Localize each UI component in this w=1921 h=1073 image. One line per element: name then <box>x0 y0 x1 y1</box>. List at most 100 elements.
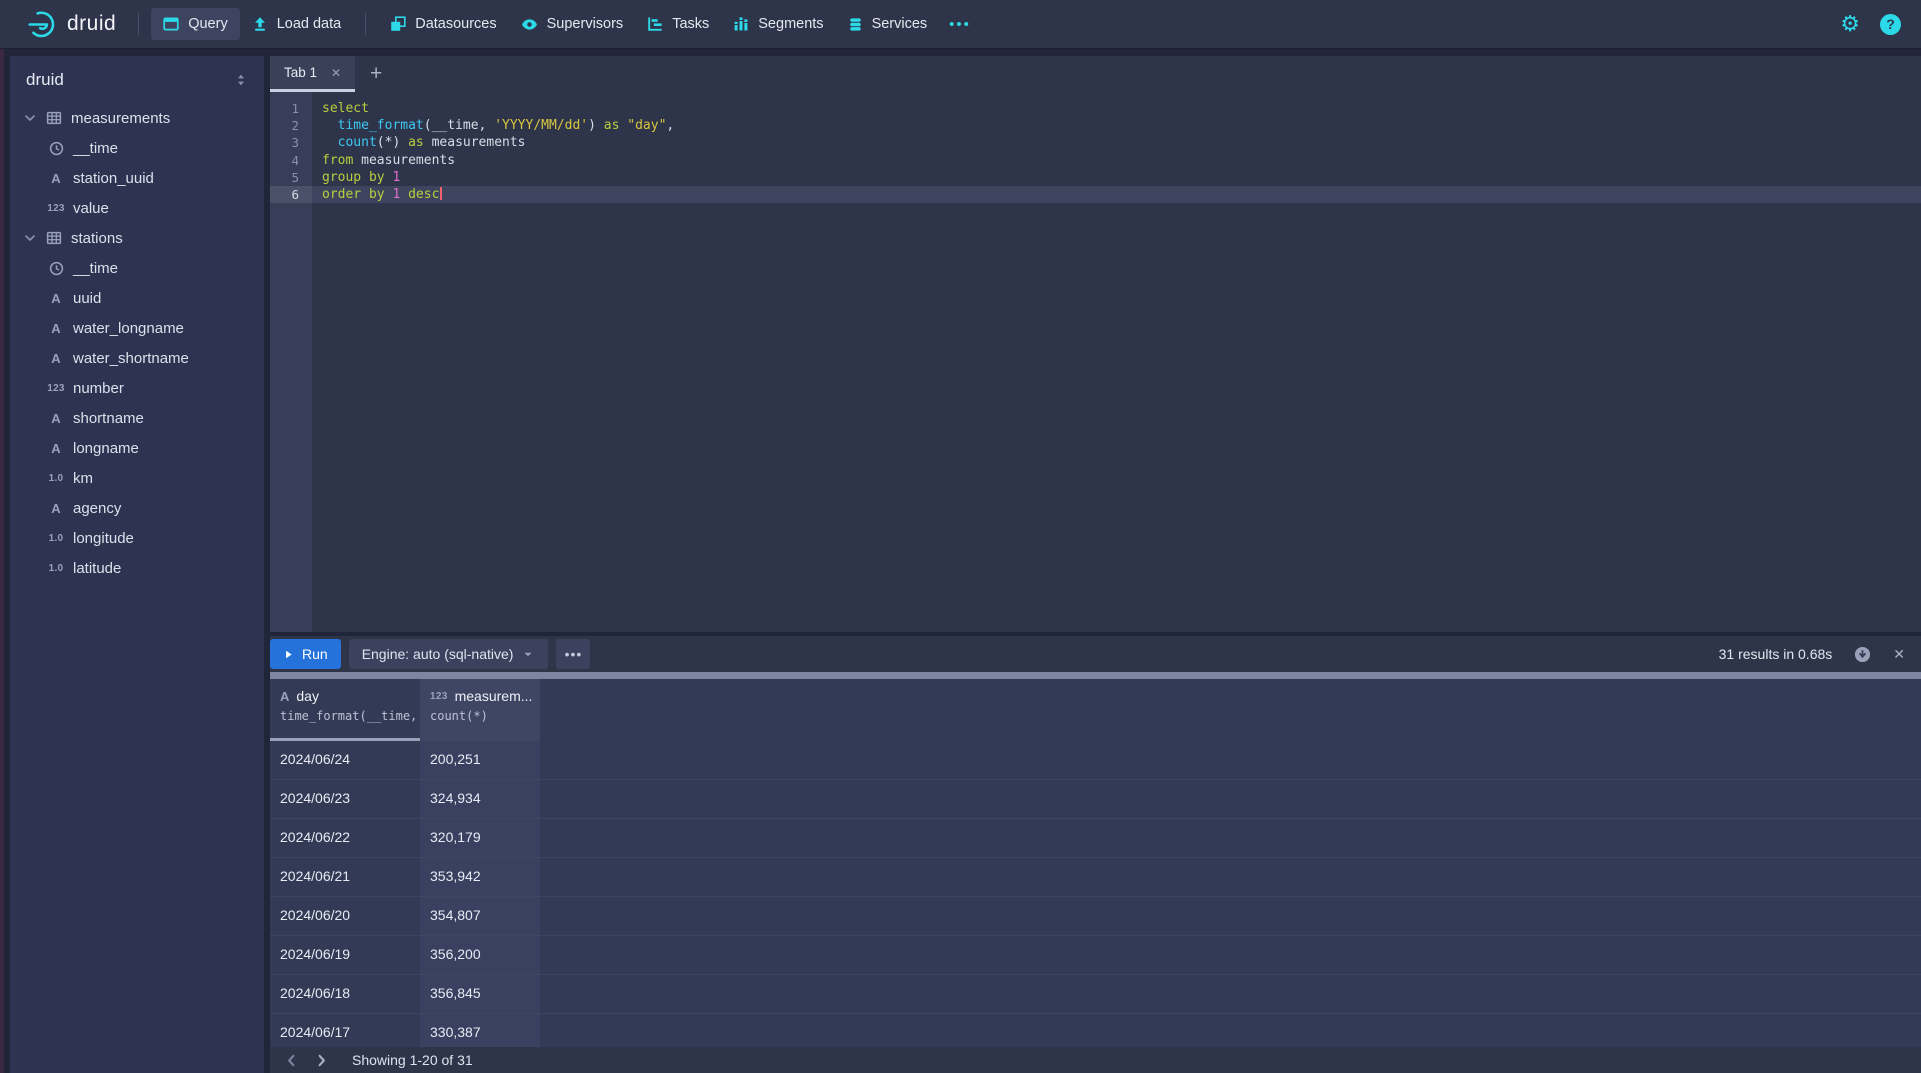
result-cell[interactable]: 353,942 <box>420 858 540 896</box>
result-cell[interactable]: 356,845 <box>420 975 540 1013</box>
nav-item-label: Datasources <box>415 16 496 32</box>
column-label: __time <box>73 140 118 157</box>
tree-table-stations[interactable]: stations <box>10 223 264 253</box>
string-icon: A <box>46 351 66 366</box>
tree-column-uuid[interactable]: Auuid <box>10 283 264 313</box>
nav-item-query[interactable]: Query <box>151 8 240 40</box>
result-cell[interactable]: 2024/06/22 <box>270 819 420 857</box>
next-page-button[interactable] <box>306 1048 336 1072</box>
run-button[interactable]: Run <box>270 639 341 669</box>
database-icon <box>848 17 863 32</box>
nav-item-tasks[interactable]: Tasks <box>635 8 721 40</box>
nav-item-supervisors[interactable]: Supervisors <box>509 8 636 41</box>
nav-item-label: Load data <box>277 16 342 32</box>
code-line[interactable]: order by 1 desc <box>312 186 1921 203</box>
nav-item-load-data[interactable]: Load data <box>240 8 354 40</box>
tree-column-shortname[interactable]: Ashortname <box>10 403 264 433</box>
tree-column-longname[interactable]: Alongname <box>10 433 264 463</box>
nav-item-label: Segments <box>758 16 823 32</box>
line-number: 6 <box>270 186 312 203</box>
code-line[interactable]: select <box>312 100 1921 117</box>
pagination-bar: Showing 1-20 of 31 <box>270 1047 1921 1073</box>
tree-column-agency[interactable]: Aagency <box>10 493 264 523</box>
nav-more-button[interactable]: ••• <box>939 8 981 41</box>
tab-tab1[interactable]: Tab 1 ✕ <box>270 56 355 92</box>
tree-column-longitude[interactable]: 1.0longitude <box>10 523 264 553</box>
sql-editor[interactable]: 123456 select time_format(__time, 'YYYY/… <box>270 92 1921 632</box>
code-line[interactable]: group by 1 <box>312 169 1921 186</box>
nav-item-services[interactable]: Services <box>836 8 940 40</box>
run-label: Run <box>302 646 328 662</box>
result-cell[interactable]: 330,387 <box>420 1014 540 1047</box>
column-name: measurem... <box>455 688 533 704</box>
result-cell[interactable]: 320,179 <box>420 819 540 857</box>
result-cell[interactable]: 2024/06/20 <box>270 897 420 935</box>
result-row: 2024/06/19356,200 <box>270 936 1921 975</box>
tree-column-water_shortname[interactable]: Awater_shortname <box>10 343 264 373</box>
pane-resize-handle[interactable] <box>270 672 1921 679</box>
close-tab-icon[interactable]: ✕ <box>331 66 341 80</box>
new-tab-button[interactable]: + <box>355 56 397 92</box>
result-cell[interactable]: 200,251 <box>420 741 540 779</box>
result-cell[interactable]: 2024/06/17 <box>270 1014 420 1047</box>
application-icon <box>163 16 179 32</box>
help-icon[interactable]: ? <box>1880 14 1901 35</box>
tab-bar: Tab 1 ✕ + <box>270 56 1921 92</box>
tree-table-measurements[interactable]: measurements <box>10 103 264 133</box>
table-label: stations <box>71 230 123 247</box>
table-label: measurements <box>71 110 170 127</box>
tree-column-km[interactable]: 1.0km <box>10 463 264 493</box>
tree-column-latitude[interactable]: 1.0latitude <box>10 553 264 583</box>
column-label: shortname <box>73 410 144 427</box>
nav-item-datasources[interactable]: Datasources <box>378 8 508 40</box>
result-row: 2024/06/17330,387 <box>270 1014 1921 1047</box>
tree-column-__time[interactable]: __time <box>10 253 264 283</box>
result-cell[interactable]: 2024/06/19 <box>270 936 420 974</box>
gear-icon[interactable]: ⚙ <box>1840 13 1860 35</box>
result-row: 2024/06/18356,845 <box>270 975 1921 1014</box>
chevron-down-icon[interactable] <box>23 231 37 245</box>
string-icon: A <box>46 321 66 336</box>
sort-icon[interactable] <box>234 73 248 87</box>
result-cell[interactable]: 2024/06/24 <box>270 741 420 779</box>
line-number: 3 <box>270 134 312 151</box>
column-label: water_shortname <box>73 350 189 367</box>
result-status: 31 results in 0.68s <box>1719 646 1833 662</box>
code-line[interactable]: time_format(__time, 'YYYY/MM/dd') as "da… <box>312 117 1921 134</box>
result-cell[interactable]: 354,807 <box>420 897 540 935</box>
nav-item-segments[interactable]: Segments <box>721 8 835 40</box>
column-header-0[interactable]: Adaytime_format(__time, … <box>270 679 420 741</box>
result-cell[interactable]: 356,200 <box>420 936 540 974</box>
schema-tree: measurements __time Astation_uuid123value s… <box>10 100 264 583</box>
tree-column-value[interactable]: 123value <box>10 193 264 223</box>
prev-page-button[interactable] <box>276 1048 306 1072</box>
result-cell[interactable]: 324,934 <box>420 780 540 818</box>
float-icon: 1.0 <box>46 473 66 484</box>
engine-label: Engine: auto (sql-native) <box>362 646 514 662</box>
result-cell[interactable]: 2024/06/23 <box>270 780 420 818</box>
column-name: day <box>296 688 319 704</box>
brand[interactable]: druid <box>28 10 116 39</box>
engine-select[interactable]: Engine: auto (sql-native) <box>349 639 549 669</box>
column-header-1[interactable]: 123measurem...count(*) <box>420 679 540 741</box>
code-line[interactable]: from measurements <box>312 152 1921 169</box>
tree-column-water_longname[interactable]: Awater_longname <box>10 313 264 343</box>
column-label: number <box>73 380 124 397</box>
column-type-icon: 123 <box>430 691 448 702</box>
code-line[interactable]: count(*) as measurements <box>312 134 1921 151</box>
close-results-icon[interactable]: ✕ <box>1893 646 1905 663</box>
chevron-down-icon[interactable] <box>23 111 37 125</box>
window-edge-strip <box>0 0 4 1073</box>
result-cell[interactable]: 2024/06/21 <box>270 858 420 896</box>
column-label: longname <box>73 440 139 457</box>
number-icon: 123 <box>46 383 66 394</box>
result-row: 2024/06/23324,934 <box>270 780 1921 819</box>
tree-column-__time[interactable]: __time <box>10 133 264 163</box>
tree-column-number[interactable]: 123 number <box>10 373 264 403</box>
download-icon[interactable] <box>1854 646 1871 663</box>
tree-column-station_uuid[interactable]: Astation_uuid <box>10 163 264 193</box>
navbar: druid Query Load data Datasources Superviso… <box>0 0 1921 48</box>
editor-code[interactable]: select time_format(__time, 'YYYY/MM/dd')… <box>312 92 1921 632</box>
query-more-button[interactable]: ••• <box>556 639 590 669</box>
result-cell[interactable]: 2024/06/18 <box>270 975 420 1013</box>
